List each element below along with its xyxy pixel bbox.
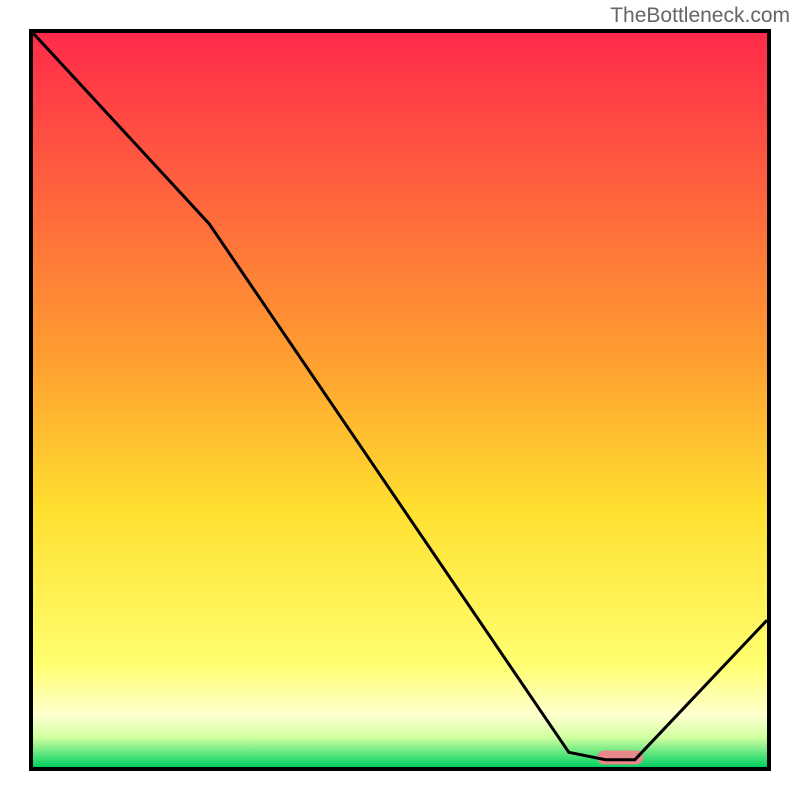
plot-area bbox=[29, 29, 771, 771]
chart-container: TheBottleneck.com bbox=[0, 0, 800, 800]
bottleneck-curve bbox=[33, 33, 767, 760]
chart-svg bbox=[33, 33, 767, 767]
watermark-text: TheBottleneck.com bbox=[610, 4, 790, 28]
